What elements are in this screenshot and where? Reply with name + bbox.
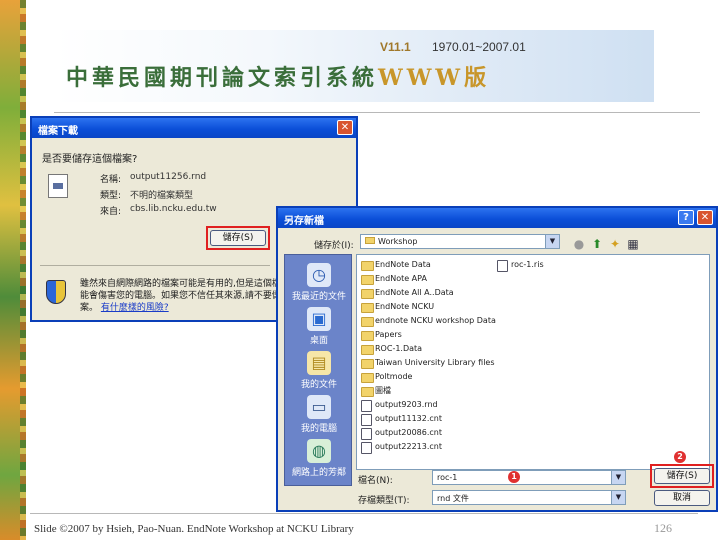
file-name-value: output11256.rnd bbox=[130, 172, 207, 182]
chevron-down-icon[interactable]: ▼ bbox=[545, 235, 559, 248]
filetype-dropdown[interactable]: rnd 文件 ▼ bbox=[432, 490, 626, 505]
list-item[interactable]: 圖檔 bbox=[361, 385, 391, 397]
version-label: V11.1 bbox=[380, 40, 411, 54]
highlight-save-button bbox=[206, 226, 270, 250]
place-recent[interactable]: ◷ 我最近的文件 bbox=[285, 263, 353, 302]
list-item[interactable]: EndNote NCKU bbox=[361, 301, 434, 313]
download-dialog-title: 檔案下載 bbox=[38, 126, 78, 137]
file-source-value: cbs.lib.ncku.edu.tw bbox=[130, 204, 217, 214]
place-my-computer[interactable]: ▭ 我的電腦 bbox=[285, 395, 353, 434]
list-item[interactable]: roc-1.ris bbox=[497, 259, 544, 272]
new-folder-icon[interactable]: ✦ bbox=[608, 237, 622, 251]
desktop-icon: ▣ bbox=[307, 307, 331, 331]
chevron-down-icon[interactable]: ▼ bbox=[611, 471, 625, 484]
list-item[interactable]: ROC-1.Data bbox=[361, 343, 422, 355]
download-dialog-titlebar: 檔案下載 ✕ bbox=[32, 118, 356, 138]
shield-icon bbox=[46, 280, 66, 304]
file-type-value: 不明的檔案類型 bbox=[130, 191, 194, 201]
download-question: 是否要儲存這個檔案? bbox=[42, 154, 138, 165]
filename-input[interactable]: roc-1 ▼ bbox=[432, 470, 626, 485]
file-source-row: 來自: cbs.lib.ncku.edu.tw bbox=[100, 204, 217, 217]
close-icon[interactable]: ✕ bbox=[337, 120, 353, 135]
chevron-down-icon[interactable]: ▼ bbox=[611, 491, 625, 504]
decorative-left-border bbox=[0, 0, 26, 540]
header-banner: V11.1 1970.01~2007.01 中華民國期刊論文索引系統WWW版 bbox=[54, 30, 654, 102]
file-list[interactable]: EndNote Data EndNote APA EndNote All A..… bbox=[356, 254, 710, 470]
page-number: 126 bbox=[654, 521, 672, 535]
file-type-row: 類型: 不明的檔案類型 bbox=[100, 188, 193, 201]
my-computer-icon: ▭ bbox=[307, 395, 331, 419]
close-icon[interactable]: ✕ bbox=[697, 210, 713, 225]
highlight-save-button bbox=[650, 464, 714, 488]
list-item[interactable]: EndNote APA bbox=[361, 273, 427, 285]
place-network[interactable]: ◍ 網路上的芳鄰 bbox=[285, 439, 353, 478]
list-item[interactable]: EndNote Data bbox=[361, 259, 431, 271]
recent-documents-icon: ◷ bbox=[307, 263, 331, 287]
list-item[interactable]: output20086.cnt bbox=[361, 427, 442, 440]
banner-title-main: 中華民國期刊論文索引系統 bbox=[66, 65, 379, 91]
slide-footer: Slide ©2007 by Hsieh, Pao-Nuan. EndNote … bbox=[30, 513, 698, 539]
list-item[interactable]: endnote NCKU workshop Data bbox=[361, 315, 496, 327]
network-places-icon: ◍ bbox=[307, 439, 331, 463]
step-marker-1: 1 bbox=[508, 471, 520, 483]
back-icon[interactable]: ● bbox=[572, 237, 586, 251]
file-icon bbox=[48, 174, 68, 198]
places-bar: ◷ 我最近的文件 ▣ 桌面 ▤ 我的文件 ▭ 我的電腦 ◍ 網路上的芳鄰 bbox=[284, 254, 352, 486]
place-my-documents[interactable]: ▤ 我的文件 bbox=[285, 351, 353, 390]
filetype-label: 存檔類型(T): bbox=[358, 496, 410, 506]
step-marker-2: 2 bbox=[674, 451, 686, 463]
filename-label: 檔名(N): bbox=[358, 476, 393, 486]
list-item[interactable]: output9203.rnd bbox=[361, 399, 438, 412]
footer-credit: Slide ©2007 by Hsieh, Pao-Nuan. EndNote … bbox=[34, 523, 354, 535]
risk-link[interactable]: 有什麼樣的風險? bbox=[101, 303, 169, 313]
folder-icon bbox=[365, 237, 375, 244]
list-item[interactable]: output11132.cnt bbox=[361, 413, 442, 426]
list-item[interactable]: output22213.cnt bbox=[361, 441, 442, 454]
save-as-dialog: 另存新檔 ? ✕ 儲存於(I): Workshop ▼ ● ⬆ ✦ ▦ ◷ 我最… bbox=[276, 206, 718, 512]
banner-divider bbox=[54, 112, 700, 113]
list-item[interactable]: EndNote All A..Data bbox=[361, 287, 454, 299]
banner-title: 中華民國期刊論文索引系統WWW版 bbox=[66, 60, 490, 92]
dialog-separator bbox=[40, 265, 270, 266]
save-in-label: 儲存於(I): bbox=[314, 241, 354, 251]
place-desktop[interactable]: ▣ 桌面 bbox=[285, 307, 353, 346]
view-menu-icon[interactable]: ▦ bbox=[626, 237, 640, 251]
my-documents-icon: ▤ bbox=[307, 351, 331, 375]
list-item[interactable]: Poltmode bbox=[361, 371, 412, 383]
list-item[interactable]: Papers bbox=[361, 329, 402, 341]
save-in-dropdown[interactable]: Workshop ▼ bbox=[360, 234, 560, 249]
date-range-label: 1970.01~2007.01 bbox=[432, 40, 526, 54]
help-icon[interactable]: ? bbox=[678, 210, 694, 225]
list-item[interactable]: Taiwan University Library files bbox=[361, 357, 495, 369]
save-dialog-titlebar: 另存新檔 ? ✕ bbox=[278, 208, 716, 228]
cancel-button[interactable]: 取消 bbox=[654, 490, 710, 506]
up-folder-icon[interactable]: ⬆ bbox=[590, 237, 604, 251]
banner-title-suffix: WWW版 bbox=[378, 65, 491, 91]
file-name-row: 名稱: output11256.rnd bbox=[100, 172, 207, 185]
save-dialog-title: 另存新檔 bbox=[284, 216, 324, 227]
